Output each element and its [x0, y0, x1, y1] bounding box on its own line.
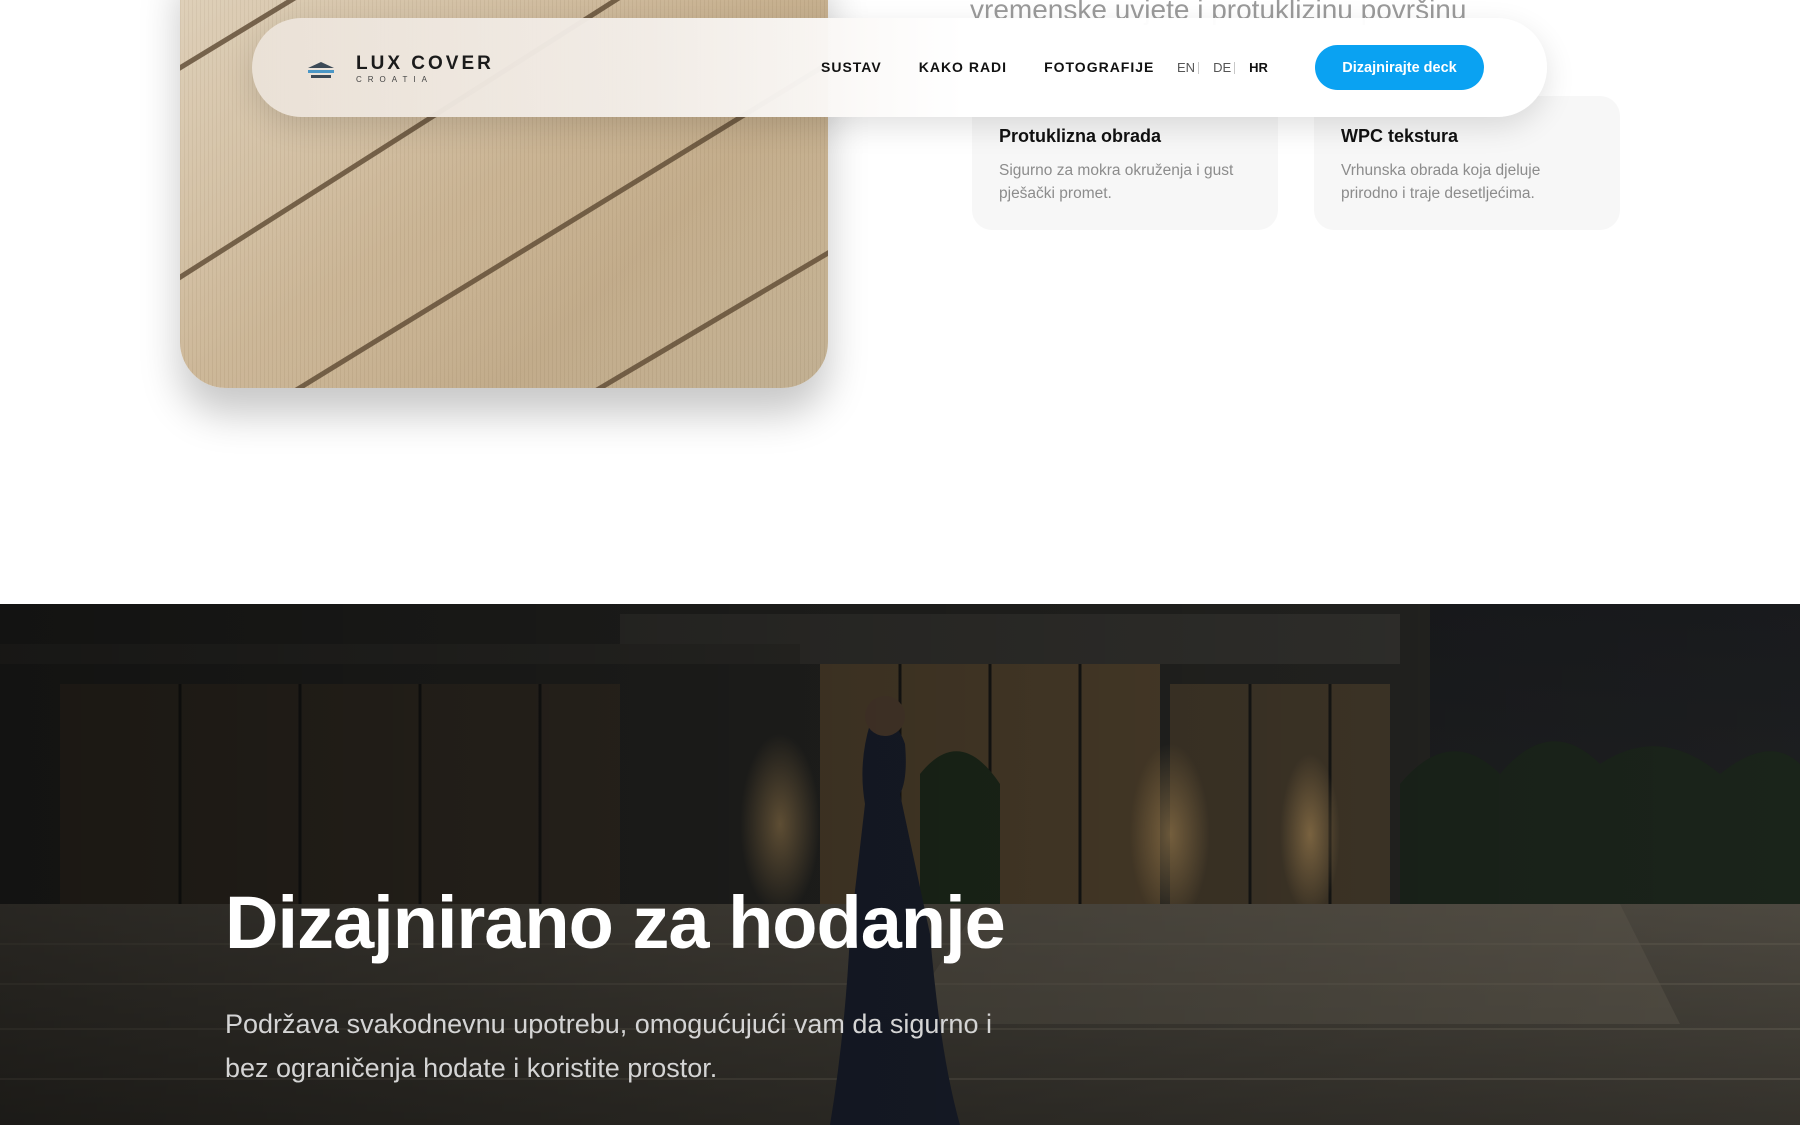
brand-name: LUX COVER: [356, 53, 494, 74]
design-deck-button[interactable]: Dizajnirajte deck: [1315, 45, 1484, 90]
language-hr[interactable]: HR: [1249, 60, 1268, 75]
hero-section: Dizajnirano za hodanje Podržava svakodne…: [0, 604, 1800, 1125]
feature-description: Sigurno za mokra okruženja i gust pješač…: [999, 162, 1234, 202]
nav-links: SUSTAV KAKO RADI FOTOGRAFIJE: [821, 59, 1191, 75]
feature-description: Vrhunska obrada koja djeluje prirodno i …: [1341, 162, 1541, 202]
language-en[interactable]: EN: [1177, 60, 1195, 75]
brand-subtitle: CROATIA: [356, 75, 433, 84]
logo-roof-icon: [308, 61, 334, 78]
language-switcher: EN DE HR: [1177, 60, 1268, 75]
nav-link-fotografije[interactable]: FOTOGRAFIJE: [1044, 59, 1154, 75]
language-divider: [1198, 61, 1200, 74]
feature-title: WPC tekstura: [1341, 126, 1459, 146]
main-navbar: LUX COVER CROATIA SUSTAV KAKO RADI FOTOG…: [252, 18, 1547, 117]
hero-description: Podržava svakodnevnu upotrebu, omogućuju…: [225, 1009, 992, 1083]
language-divider: [1234, 61, 1236, 74]
nav-link-sustav[interactable]: SUSTAV: [821, 59, 882, 75]
language-de[interactable]: DE: [1213, 60, 1231, 75]
brand-logo[interactable]: LUX COVER CROATIA: [306, 54, 494, 85]
nav-link-kako-radi[interactable]: KAKO RADI: [919, 59, 1007, 75]
feature-title: Protuklizna obrada: [999, 126, 1162, 146]
hero-title: Dizajnirano za hodanje: [225, 881, 1006, 964]
